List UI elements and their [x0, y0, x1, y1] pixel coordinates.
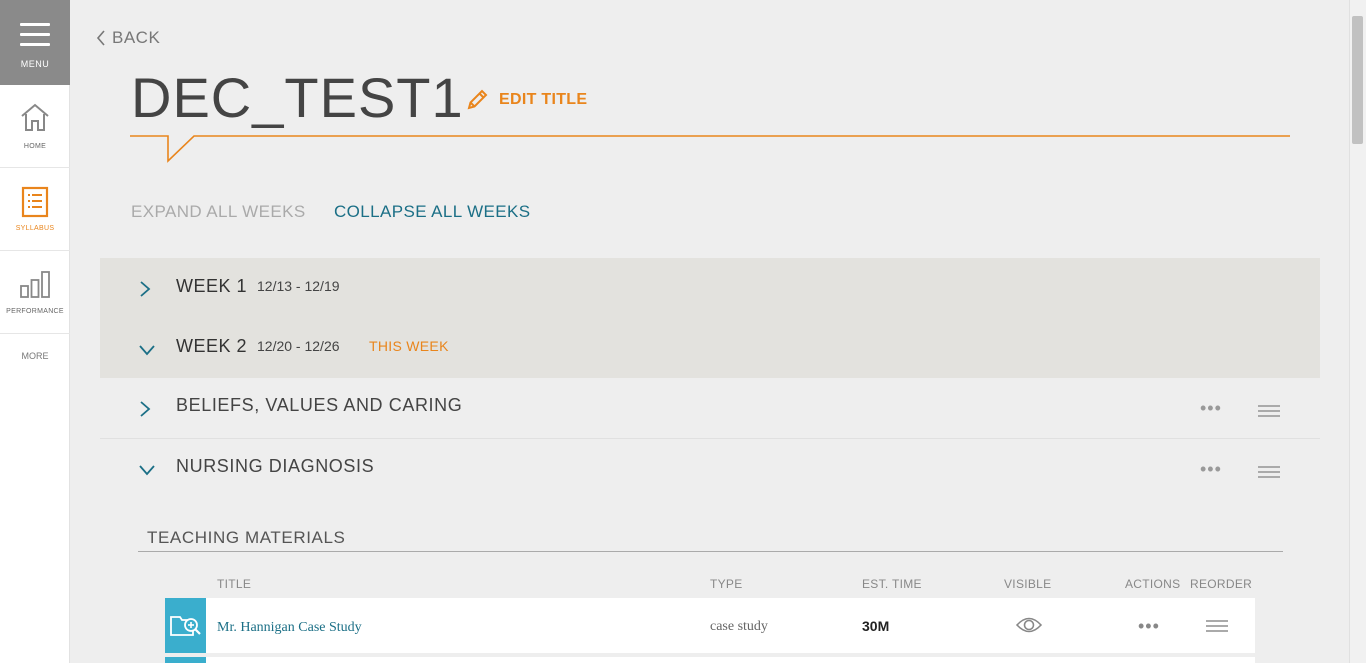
hamburger-icon — [20, 23, 50, 47]
drag-handle-icon[interactable] — [1258, 466, 1280, 481]
eye-icon[interactable] — [1015, 615, 1043, 635]
sidebar-item-home[interactable]: HOME — [0, 85, 70, 168]
topic-title: BELIEFS, VALUES AND CARING — [176, 395, 463, 415]
back-link[interactable]: BACK — [96, 28, 160, 48]
more-options-icon[interactable]: ••• — [1200, 459, 1222, 480]
column-header-visible: VISIBLE — [1004, 577, 1052, 591]
table-row: Mr. Hannigan Case Study case study 30M •… — [165, 598, 1255, 653]
menu-label: MENU — [20, 59, 50, 69]
sidebar: MENU HOME SYLLABUS PERFORMANCE MORE — [0, 0, 70, 663]
chevron-left-icon — [96, 30, 105, 46]
sidebar-item-label: SYLLABUS — [15, 225, 55, 232]
chevron-down-icon[interactable] — [138, 343, 156, 357]
week-dates: 12/20 - 12/26 — [257, 338, 340, 354]
title-underline — [130, 135, 1290, 163]
week-label: WEEK 1 — [176, 276, 248, 296]
more-link[interactable]: MORE — [0, 351, 70, 361]
material-icon — [165, 657, 206, 663]
column-header-title: TITLE — [217, 577, 252, 591]
divider — [138, 551, 1283, 552]
topic-title: NURSING DIAGNOSIS — [176, 456, 375, 476]
teaching-materials-heading: TEACHING MATERIALS — [147, 528, 346, 547]
menu-button[interactable]: MENU — [0, 0, 70, 85]
drag-handle-icon[interactable] — [1206, 620, 1228, 635]
chevron-down-icon[interactable] — [138, 463, 156, 477]
pencil-icon — [467, 89, 488, 110]
column-header-type: TYPE — [710, 577, 743, 591]
topic-row[interactable]: BELIEFS, VALUES AND CARING ••• — [100, 378, 1320, 439]
material-est-time: 30M — [862, 618, 890, 634]
back-label: BACK — [112, 28, 161, 47]
week-row[interactable]: WEEK 2 12/20 - 12/26 THIS WEEK — [100, 318, 1320, 378]
expand-all-weeks-button[interactable]: EXPAND ALL WEEKS — [131, 202, 306, 222]
week-dates: 12/13 - 12/19 — [257, 278, 340, 294]
collapse-all-weeks-button[interactable]: COLLAPSE ALL WEEKS — [334, 202, 531, 222]
topic-row[interactable]: NURSING DIAGNOSIS ••• — [100, 439, 1320, 500]
sidebar-item-label: HOME — [23, 143, 47, 150]
more-options-icon[interactable]: ••• — [1200, 398, 1222, 419]
table-row — [165, 657, 1255, 663]
column-header-reorder: REORDER — [1190, 577, 1253, 591]
home-icon — [21, 103, 49, 131]
page-title: DEC_TEST1 — [131, 66, 464, 129]
chevron-right-icon[interactable] — [138, 400, 152, 418]
scrollbar-thumb[interactable] — [1352, 16, 1363, 144]
sidebar-item-syllabus[interactable]: SYLLABUS — [0, 168, 70, 251]
column-header-actions: ACTIONS — [1125, 577, 1181, 591]
sidebar-item-performance[interactable]: PERFORMANCE — [0, 251, 70, 334]
sidebar-item-label: PERFORMANCE — [6, 308, 64, 315]
this-week-badge: THIS WEEK — [369, 338, 449, 354]
performance-icon — [20, 271, 50, 298]
more-options-icon[interactable]: ••• — [1138, 616, 1160, 637]
week-label: WEEK 2 — [176, 336, 248, 356]
week-row[interactable]: WEEK 1 12/13 - 12/19 — [100, 258, 1320, 318]
edit-title-button[interactable]: EDIT TITLE — [465, 88, 587, 112]
edit-title-label: EDIT TITLE — [499, 91, 588, 108]
weeks-list: WEEK 1 12/13 - 12/19 WEEK 2 12/20 - 12/2… — [100, 258, 1320, 378]
material-type: case study — [710, 619, 768, 634]
chevron-right-icon[interactable] — [138, 280, 152, 298]
material-title-link[interactable]: Mr. Hannigan Case Study — [217, 620, 362, 636]
column-header-est-time: EST. TIME — [862, 577, 922, 591]
syllabus-icon — [21, 186, 49, 218]
case-study-icon — [165, 598, 206, 653]
drag-handle-icon[interactable] — [1258, 405, 1280, 420]
